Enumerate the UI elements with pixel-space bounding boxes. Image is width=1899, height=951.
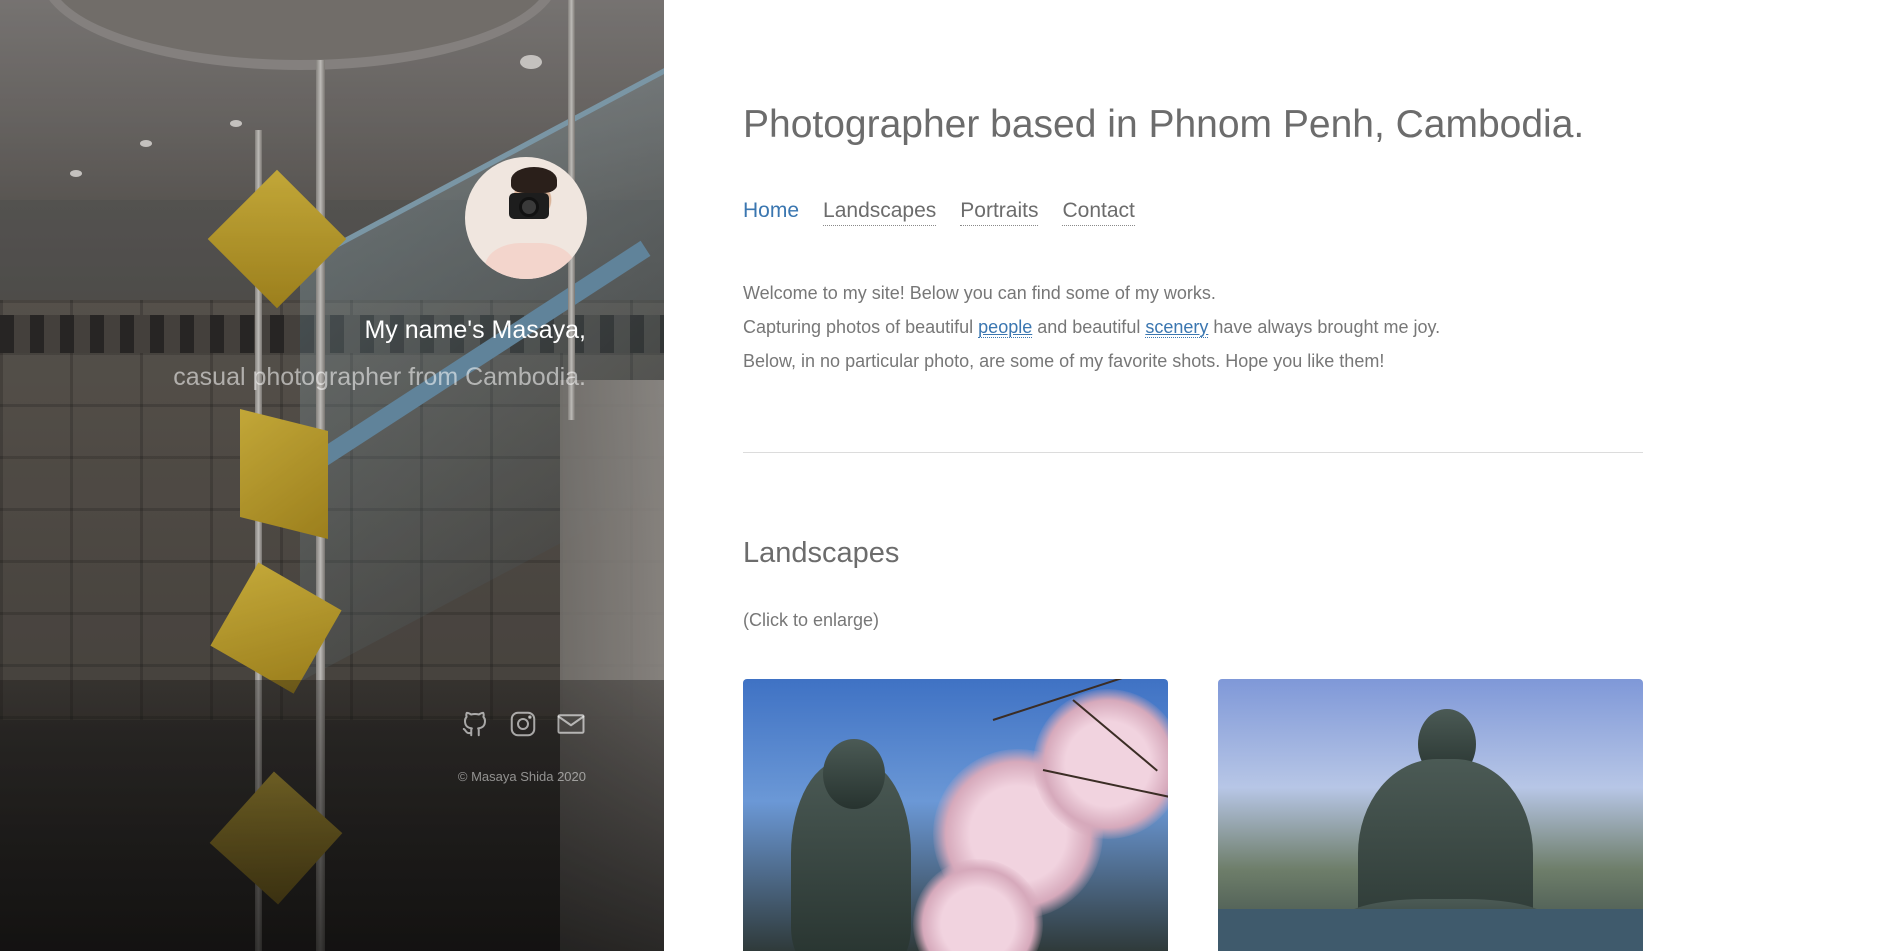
instagram-icon[interactable] xyxy=(508,709,538,739)
click-to-enlarge-hint: (Click to enlarge) xyxy=(743,610,880,630)
intro-text-segment: Capturing photos of beautiful xyxy=(743,317,979,337)
nav-portraits[interactable]: Portraits xyxy=(960,199,1039,226)
landscape-photo-1[interactable] xyxy=(743,679,1168,951)
nav-home[interactable]: Home xyxy=(743,199,799,226)
main-content: Photographer based in Phnom Penh, Cambod… xyxy=(743,0,1643,951)
main-nav: Home Landscapes Portraits Contact xyxy=(743,199,1135,226)
intro-line-2: Capturing photos of beautiful people and… xyxy=(743,310,1440,344)
hero-name: My name's Masaya, xyxy=(364,316,586,344)
avatar xyxy=(465,157,587,279)
section-divider xyxy=(743,452,1643,453)
github-icon[interactable] xyxy=(460,709,490,739)
copyright: © Masaya Shida 2020 xyxy=(457,769,586,784)
landscape-photo-2[interactable] xyxy=(1218,679,1643,951)
hero-tagline: casual photographer from Cambodia. xyxy=(173,363,586,391)
intro-line-1: Welcome to my site! Below you can find s… xyxy=(743,283,1216,303)
page-title: Photographer based in Phnom Penh, Cambod… xyxy=(743,103,1585,146)
mail-icon[interactable] xyxy=(556,709,586,739)
intro-text-segment: and beautiful xyxy=(1032,317,1146,337)
intro-text-segment: have always brought me joy. xyxy=(1208,317,1441,337)
scenery-link[interactable]: scenery xyxy=(1145,317,1209,338)
intro-line-3: Below, in no particular photo, are some … xyxy=(743,351,1385,371)
section-title-landscapes: Landscapes xyxy=(743,537,900,569)
nav-landscapes[interactable]: Landscapes xyxy=(823,199,937,226)
hero-panel: My name's Masaya, casual photographer fr… xyxy=(0,0,664,951)
nav-contact[interactable]: Contact xyxy=(1062,199,1135,226)
people-link[interactable]: people xyxy=(978,317,1033,338)
intro-text: Welcome to my site! Below you can find s… xyxy=(743,276,1440,378)
social-links xyxy=(460,709,586,739)
